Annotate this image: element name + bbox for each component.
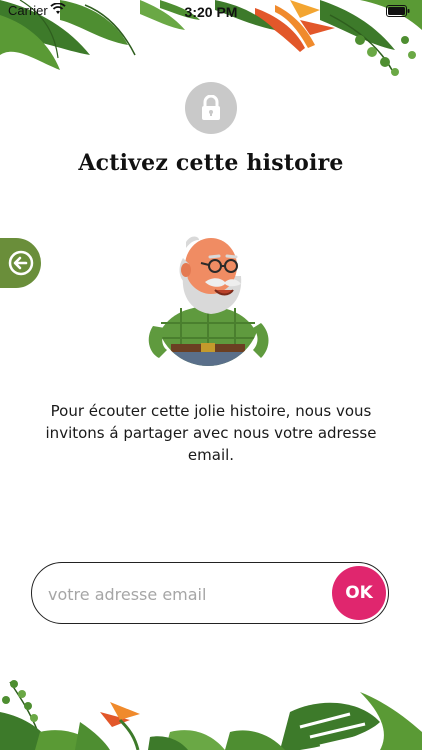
email-input[interactable] [46, 573, 320, 615]
grandpa-character-illustration [148, 236, 269, 366]
foliage-bottom-decoration [0, 680, 422, 750]
back-button[interactable] [0, 238, 41, 288]
arrow-left-icon [8, 250, 33, 276]
lock-icon [202, 95, 220, 120]
battery-icon [386, 5, 410, 17]
status-time: 3:20 PM [184, 4, 238, 20]
ok-button[interactable]: OK [332, 566, 386, 620]
email-form: OK [31, 562, 389, 624]
page-title: Activez cette histoire [78, 150, 344, 176]
lock-badge [185, 82, 237, 134]
status-bar: Carrier 3:20 PM [0, 0, 422, 24]
invitation-message: Pour écouter cette jolie histoire, nous … [45, 402, 377, 464]
